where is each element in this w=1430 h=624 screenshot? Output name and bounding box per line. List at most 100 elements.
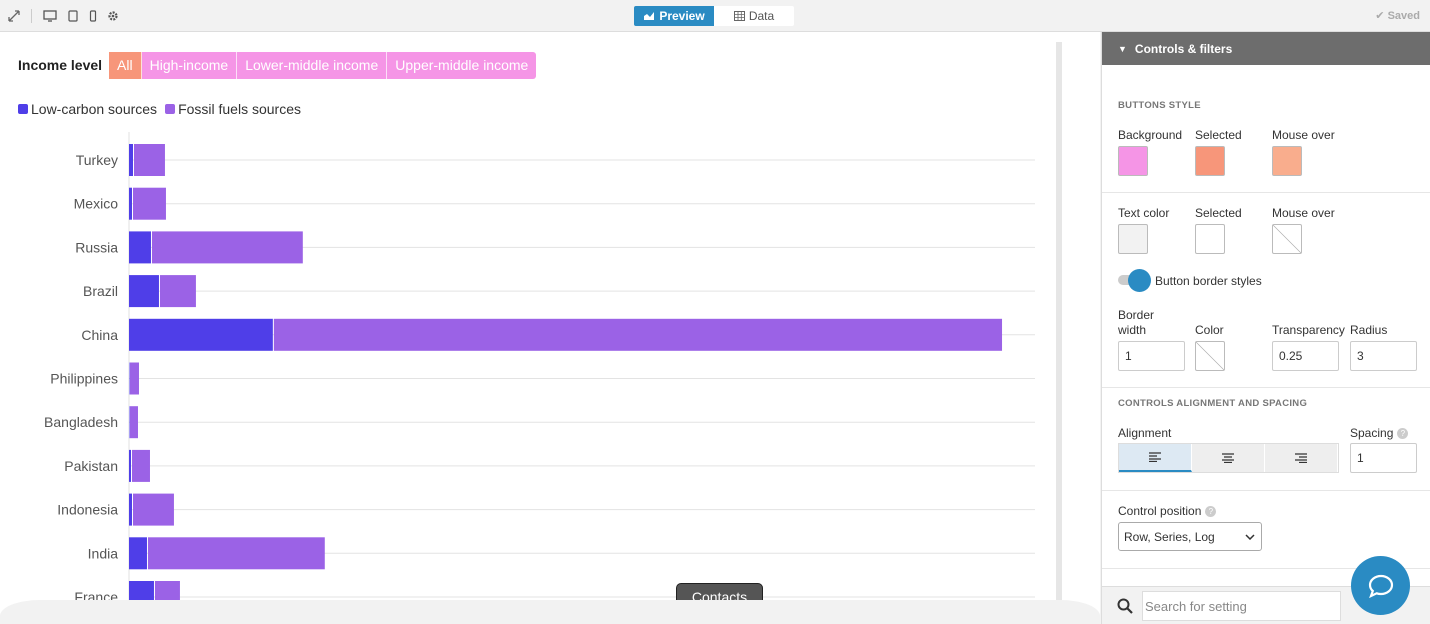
alignment-buttons <box>1118 443 1339 473</box>
income-filter: Income level All High-income Lower-middl… <box>18 51 537 79</box>
text-mouse-over-color-swatch[interactable] <box>1272 224 1302 254</box>
legend-swatch <box>165 104 176 114</box>
chart-preview: Income level All High-income Lower-middl… <box>0 32 1100 624</box>
check-icon: ✔ <box>1375 10 1385 22</box>
control-position-select[interactable]: Row, Series, Log <box>1118 522 1262 551</box>
align-left-button[interactable] <box>1119 444 1192 472</box>
border-width-value: 1 <box>1125 349 1132 363</box>
bottom-shadow <box>0 600 1100 624</box>
filter-button-all[interactable]: All <box>109 51 142 79</box>
tablet-icon[interactable] <box>65 8 81 24</box>
border-color-swatch[interactable] <box>1195 341 1225 371</box>
align-right-icon <box>1295 453 1307 463</box>
filter-button-lower-middle-income[interactable]: Lower-middle income <box>237 51 388 79</box>
align-right-button[interactable] <box>1265 444 1338 472</box>
background-color-swatch[interactable] <box>1118 146 1148 176</box>
mouse-over-color-swatch[interactable] <box>1272 146 1302 176</box>
mobile-icon[interactable] <box>85 8 101 24</box>
area-chart-icon <box>644 12 655 20</box>
chat-button[interactable] <box>1351 556 1410 615</box>
border-width-label-line2: width <box>1118 323 1147 337</box>
legend-label: Low-carbon sources <box>31 101 158 117</box>
control-position-label-wrap: Control position? <box>1118 504 1217 518</box>
text-color-swatch[interactable] <box>1118 224 1148 254</box>
transparency-input[interactable]: 0.25 <box>1272 341 1339 371</box>
text-mouse-over-label: Mouse over <box>1272 206 1335 220</box>
selected-label: Selected <box>1195 128 1242 142</box>
bar-segment[interactable] <box>159 275 196 308</box>
bar-segment[interactable] <box>129 144 133 176</box>
bar-chart: Turkey Mexico Russia Brazil China Philippines… <box>44 132 1035 624</box>
border-styles-label: Button border styles <box>1155 274 1262 288</box>
filter-button-upper-middle-income[interactable]: Upper-middle income <box>387 51 537 79</box>
border-styles-toggle[interactable] <box>1118 269 1151 292</box>
section-divider <box>1102 192 1430 193</box>
transparency-value: 0.25 <box>1279 349 1303 363</box>
mouse-over-label: Mouse over <box>1272 128 1335 142</box>
text-selected-color-swatch[interactable] <box>1195 224 1225 254</box>
bar-segment[interactable] <box>129 362 139 395</box>
bar-segment[interactable] <box>129 275 159 308</box>
category-label: Pakistan <box>64 458 118 474</box>
bar-segment[interactable] <box>273 318 1003 351</box>
help-icon[interactable]: ? <box>1397 428 1409 440</box>
spacing-label: Spacing <box>1350 426 1394 440</box>
category-label: India <box>88 545 119 561</box>
preview-tab[interactable]: Preview <box>634 6 714 26</box>
legend-swatch <box>18 104 28 114</box>
border-width-input[interactable]: 1 <box>1118 341 1185 371</box>
border-width-label-line1: Border <box>1118 308 1155 322</box>
preview-scrollbar[interactable] <box>1056 42 1062 624</box>
bar-segment[interactable] <box>132 187 166 220</box>
legend-item-fossil-fuels[interactable]: Fossil fuels sources <box>165 101 301 117</box>
bar-segment[interactable] <box>151 231 303 264</box>
filter-button-high-income[interactable]: High-income <box>141 51 238 79</box>
saved-label: Saved <box>1387 10 1420 22</box>
panel-title: Controls & filters <box>1134 41 1233 56</box>
bar-segment[interactable] <box>129 449 131 482</box>
top-toolbar: Preview Data ✔ Saved <box>0 0 1430 32</box>
section-divider <box>1102 490 1430 491</box>
app-window: Preview Data ✔ Saved Income level All Hi… <box>0 0 1430 624</box>
filter-label: Income level <box>18 57 103 73</box>
data-tab[interactable]: Data <box>714 6 794 26</box>
align-center-button[interactable] <box>1192 444 1265 472</box>
panel-header[interactable]: ▼ Controls & filters <box>1102 32 1430 65</box>
bar-segment[interactable] <box>129 318 273 351</box>
desktop-icon[interactable] <box>42 8 58 24</box>
bar-segment[interactable] <box>129 406 138 439</box>
category-label: Philippines <box>50 371 118 387</box>
radius-input[interactable]: 3 <box>1350 341 1417 371</box>
toolbar-divider <box>31 9 32 23</box>
settings-panel: ▼ Controls & filters BUTTONS STYLE Backg… <box>1101 32 1430 624</box>
help-icon[interactable]: ? <box>1205 506 1217 518</box>
section-divider <box>1102 387 1430 388</box>
category-label: China <box>81 327 118 343</box>
search-input[interactable]: Search for setting <box>1142 591 1341 621</box>
bar-segment[interactable] <box>131 449 150 482</box>
align-left-icon <box>1149 452 1161 462</box>
bar-segment[interactable] <box>129 406 130 439</box>
caret-down-icon: ▼ <box>1118 43 1127 54</box>
bar-segment[interactable] <box>147 537 325 570</box>
bar-segment[interactable] <box>129 493 132 526</box>
legend-label: Fossil fuels sources <box>178 101 301 117</box>
selected-color-swatch[interactable] <box>1195 146 1225 176</box>
control-position-value: Row, Series, Log <box>1124 529 1215 544</box>
legend-item-low-carbon[interactable]: Low-carbon sources <box>18 101 157 117</box>
spacing-input[interactable]: 1 <box>1350 443 1417 473</box>
expand-icon[interactable] <box>6 8 22 24</box>
table-icon <box>733 11 745 21</box>
category-label: Indonesia <box>57 502 118 518</box>
bar-segment[interactable] <box>129 231 151 264</box>
bar-segment[interactable] <box>129 537 147 570</box>
preview-tab-label: Preview <box>659 9 705 23</box>
bar-segment[interactable] <box>133 144 165 176</box>
bar-segment[interactable] <box>132 493 174 526</box>
bar-segment[interactable] <box>129 187 132 220</box>
search-placeholder: Search for setting <box>1145 598 1247 614</box>
gear-icon[interactable] <box>105 8 121 24</box>
category-label: Mexico <box>74 196 119 212</box>
bar-segment[interactable] <box>129 362 130 395</box>
toggle-knob <box>1128 269 1151 292</box>
